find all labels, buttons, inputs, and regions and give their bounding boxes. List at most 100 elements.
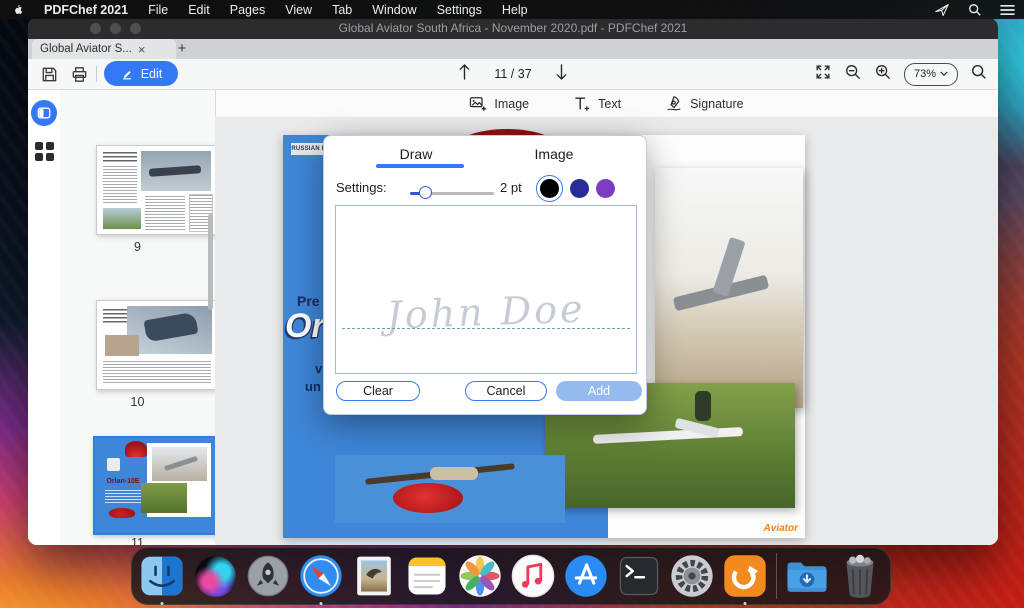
insert-image-button[interactable]: Image (469, 96, 529, 112)
signature-placeholder: John Doe (335, 285, 636, 339)
thumb-photo-drone-sky (152, 447, 207, 481)
apple-menu-icon[interactable] (0, 2, 34, 17)
photo-red-drone (335, 455, 565, 523)
menu-bar: PDFChef 2021 File Edit Pages View Tab Wi… (0, 0, 1024, 19)
insert-image-label: Image (494, 97, 529, 111)
screen: PDFChef 2021 File Edit Pages View Tab Wi… (0, 0, 1024, 608)
app-store-icon[interactable] (564, 554, 609, 599)
menu-item-file[interactable]: File (138, 3, 178, 17)
finder-icon[interactable] (140, 554, 185, 599)
music-icon[interactable] (511, 554, 556, 599)
slider-thumb[interactable] (419, 186, 432, 199)
thumb-logo-box (107, 458, 120, 471)
menu-item-settings[interactable]: Settings (427, 3, 492, 17)
menu-item-edit[interactable]: Edit (178, 3, 220, 17)
downloads-folder-icon[interactable] (785, 554, 830, 599)
document-tab[interactable]: Global Aviator S... × (32, 39, 176, 59)
system-preferences-icon[interactable] (670, 554, 715, 599)
dock-separator (776, 553, 777, 599)
magazine-brand-logo: Aviator (743, 523, 798, 534)
thumb-parachute (125, 441, 147, 457)
signature-draw-canvas[interactable]: John Doe (335, 205, 637, 374)
pdfchef-icon[interactable] (723, 554, 768, 599)
thumb-text-column (103, 361, 211, 383)
thumbnail-page-9[interactable] (96, 145, 218, 235)
menu-item-help[interactable]: Help (492, 3, 538, 17)
tab-bar: Global Aviator S... × + (28, 39, 998, 59)
sidebar-rail (28, 90, 61, 545)
thumb-photo-tan (105, 335, 139, 356)
thumb-heading-block (103, 152, 137, 162)
thumbnail-page-10[interactable] (96, 300, 218, 390)
zoom-level-dropdown[interactable]: 73% (904, 63, 958, 86)
thumbnail-page-number: 11 (60, 536, 215, 545)
stroke-width-value: 2 pt (500, 180, 522, 195)
insert-signature-button[interactable]: Signature (665, 95, 744, 112)
grid-view-icon[interactable] (35, 142, 53, 160)
safari-icon[interactable] (299, 554, 344, 599)
color-swatch-purple[interactable] (596, 179, 615, 198)
thumb-red-plane (109, 508, 135, 518)
page-indicator[interactable]: 11 / 37 (494, 67, 531, 81)
thumbnail-scrollbar[interactable] (208, 214, 213, 310)
insert-signature-label: Signature (690, 97, 744, 111)
title-bar: Global Aviator South Africa - November 2… (28, 18, 998, 39)
insert-toolbar: Image Text Signature (215, 90, 998, 118)
tab-close-icon[interactable]: × (138, 43, 146, 56)
search-document-icon[interactable] (970, 63, 988, 86)
page-text-fragment: v (315, 361, 322, 376)
trash-icon[interactable] (838, 554, 883, 599)
control-center-list-icon[interactable] (991, 4, 1024, 16)
notes-icon[interactable] (405, 554, 450, 599)
fit-screen-icon[interactable] (814, 63, 832, 86)
tab-draw[interactable]: Draw (346, 146, 486, 162)
add-button[interactable]: Add (556, 381, 642, 401)
thumbnails-panel: 9 10 Orlan- (60, 90, 216, 545)
thumbnail-page-number: 9 (60, 240, 215, 254)
text-icon (573, 96, 591, 112)
terminal-icon[interactable] (617, 554, 662, 599)
dock (131, 547, 891, 605)
zoom-in-icon[interactable] (874, 63, 892, 86)
zoom-out-icon[interactable] (844, 63, 862, 86)
launchpad-icon[interactable] (246, 554, 291, 599)
thumbnails-panel-toggle-icon[interactable] (31, 100, 57, 126)
settings-label: Settings: (336, 180, 387, 195)
image-icon (469, 96, 487, 112)
search-icon[interactable] (959, 3, 991, 17)
color-swatch-navy[interactable] (570, 179, 589, 198)
active-tab-underline (376, 164, 464, 168)
photo-drone-tail (655, 168, 803, 408)
cancel-button[interactable]: Cancel (465, 381, 547, 401)
thumb-title-text: Orlan-10E (101, 478, 145, 485)
zoom-controls: 73% (814, 59, 988, 89)
thumb-text-column (145, 196, 185, 230)
signature-baseline (342, 328, 630, 329)
tab-label: Global Aviator S... (40, 43, 132, 55)
new-tab-button[interactable]: + (170, 39, 194, 59)
thumb-photo-small (103, 208, 141, 229)
signature-dialog: Draw Image Settings: 2 pt John Doe Clear… (323, 135, 647, 415)
color-swatch-black[interactable] (540, 179, 559, 198)
window-title: Global Aviator South Africa - November 2… (28, 21, 998, 35)
menu-item-window[interactable]: Window (362, 3, 426, 17)
signature-pen-icon (665, 95, 683, 112)
main-toolbar: Edit 11 / 37 (28, 59, 998, 90)
menu-item-pages[interactable]: Pages (220, 3, 275, 17)
clear-button[interactable]: Clear (336, 381, 420, 401)
insert-text-button[interactable]: Text (573, 96, 621, 112)
insert-text-label: Text (598, 97, 621, 111)
thumbnail-page-number: 10 (60, 395, 215, 409)
menu-item-view[interactable]: View (275, 3, 322, 17)
next-page-arrow-icon[interactable] (554, 63, 569, 86)
tab-image[interactable]: Image (484, 146, 624, 162)
pointer-icon[interactable] (925, 3, 959, 17)
menu-app-name[interactable]: PDFChef 2021 (34, 3, 138, 17)
menu-item-tab[interactable]: Tab (322, 3, 362, 17)
previous-page-arrow-icon[interactable] (457, 63, 472, 86)
photos-icon[interactable] (458, 554, 503, 599)
page-text-fragment: un (305, 379, 321, 394)
siri-icon[interactable] (193, 554, 238, 599)
thumbnail-page-11-selected[interactable]: Orlan-10E (93, 436, 223, 535)
mail-icon[interactable] (352, 554, 397, 599)
